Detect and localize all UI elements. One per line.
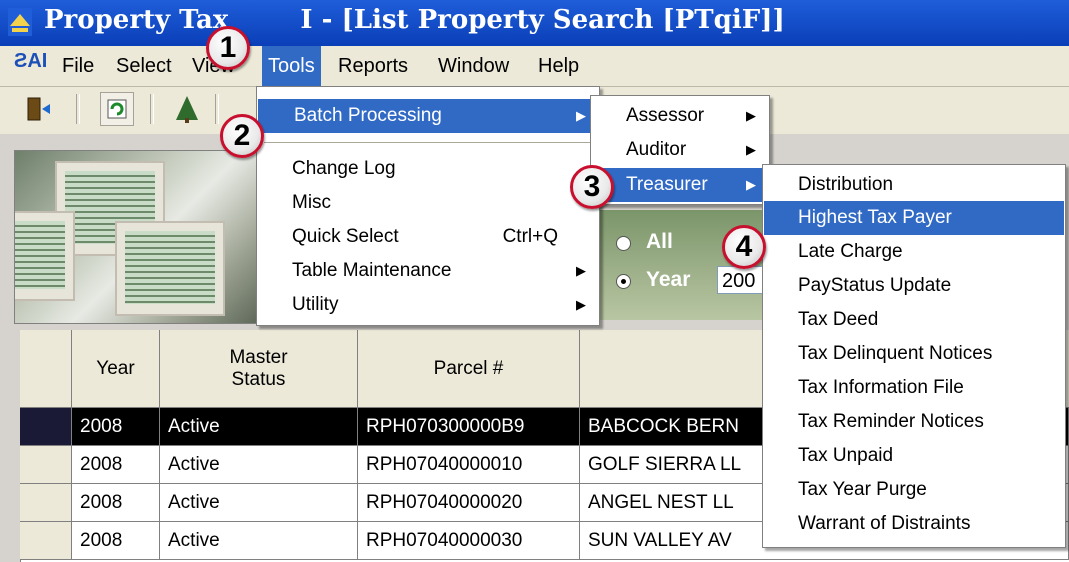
refresh-button[interactable] xyxy=(100,92,134,126)
submenu-arrow-icon: ▶ xyxy=(746,177,756,192)
row-indicator-header xyxy=(20,330,72,408)
app-icon xyxy=(8,8,32,36)
app-logo: ƧAI xyxy=(14,50,48,72)
submenu-arrow-icon: ▶ xyxy=(746,142,756,157)
menu-item-tax-unpaid[interactable]: Tax Unpaid xyxy=(764,439,1064,473)
menu-item-distribution[interactable]: Distribution xyxy=(764,168,1064,202)
year-radio-label: Year xyxy=(646,268,691,291)
window-title: Property Tax I - [List Property Search [P… xyxy=(44,5,785,35)
menu-window[interactable]: Window xyxy=(432,46,515,86)
cell-status[interactable]: Active xyxy=(160,522,358,560)
menu-item-table-maintenance[interactable]: Table Maintenance ▶ xyxy=(258,254,598,288)
all-radio[interactable] xyxy=(616,236,631,251)
menu-item-assessor[interactable]: Assessor ▶ xyxy=(592,99,768,133)
monitor-graphic xyxy=(15,211,75,301)
all-radio-label: All xyxy=(646,230,673,253)
tree-icon xyxy=(176,96,198,123)
cell-status[interactable]: Active xyxy=(160,484,358,522)
exit-button[interactable] xyxy=(20,92,54,126)
year-radio[interactable] xyxy=(616,274,631,289)
menu-item-tax-delinquent-notices[interactable]: Tax Delinquent Notices xyxy=(764,337,1064,371)
tree-button[interactable] xyxy=(170,92,204,126)
cell-parcel[interactable]: RPH070300000B9 xyxy=(358,408,580,446)
exit-icon xyxy=(27,97,50,121)
menu-select[interactable]: Select xyxy=(110,46,178,86)
row-indicator[interactable] xyxy=(20,408,72,446)
submenu-arrow-icon: ▶ xyxy=(746,108,756,123)
menu-item-utility[interactable]: Utility ▶ xyxy=(258,288,598,322)
menu-item-treasurer[interactable]: Treasurer ▶ xyxy=(592,168,768,202)
cell-year[interactable]: 2008 xyxy=(72,408,160,446)
refresh-icon xyxy=(107,99,127,119)
cell-year[interactable]: 2008 xyxy=(72,484,160,522)
column-header-year[interactable]: Year xyxy=(72,330,160,408)
submenu-arrow-icon: ▶ xyxy=(576,108,586,123)
menu-item-tax-year-purge[interactable]: Tax Year Purge xyxy=(764,473,1064,507)
cell-parcel[interactable]: RPH07040000010 xyxy=(358,446,580,484)
step-callout-3: 3 xyxy=(570,165,614,209)
menu-item-change-log[interactable]: Change Log xyxy=(258,152,598,186)
banner-image xyxy=(14,150,261,324)
toolbar-separator xyxy=(215,94,219,124)
column-header-master-status[interactable]: Master Status xyxy=(160,330,358,408)
toolbar-separator xyxy=(150,94,154,124)
cell-status[interactable]: Active xyxy=(160,446,358,484)
shortcut-label: Ctrl+Q xyxy=(502,226,558,247)
cell-parcel[interactable]: RPH07040000030 xyxy=(358,522,580,560)
menu-item-paystatus-update[interactable]: PayStatus Update xyxy=(764,269,1064,303)
submenu-arrow-icon: ▶ xyxy=(576,263,586,278)
menu-item-misc[interactable]: Misc xyxy=(258,186,598,220)
menu-item-batch-processing[interactable]: Batch Processing ▶ xyxy=(258,99,598,133)
cell-status[interactable]: Active xyxy=(160,408,358,446)
menu-item-tax-reminder-notices[interactable]: Tax Reminder Notices xyxy=(764,405,1064,439)
step-callout-2: 2 xyxy=(220,114,264,158)
menu-item-warrant-of-distraints[interactable]: Warrant of Distraints xyxy=(764,507,1064,541)
title-bar: Property Tax I - [List Property Search [P… xyxy=(0,0,1069,46)
column-header-parcel[interactable]: Parcel # xyxy=(358,330,580,408)
year-input[interactable]: 200 xyxy=(717,266,765,294)
menu-separator xyxy=(264,142,592,143)
menu-file[interactable]: File xyxy=(56,46,100,86)
menu-reports[interactable]: Reports xyxy=(332,46,414,86)
step-callout-1: 1 xyxy=(206,26,250,70)
submenu-arrow-icon: ▶ xyxy=(576,297,586,312)
menu-item-tax-deed[interactable]: Tax Deed xyxy=(764,303,1064,337)
cell-year[interactable]: 2008 xyxy=(72,522,160,560)
toolbar-separator xyxy=(76,94,80,124)
menu-item-quick-select[interactable]: Quick Select Ctrl+Q xyxy=(258,220,598,254)
menu-item-highest-tax-payer[interactable]: Highest Tax Payer xyxy=(764,201,1064,235)
cell-parcel[interactable]: RPH07040000020 xyxy=(358,484,580,522)
menu-item-late-charge[interactable]: Late Charge xyxy=(764,235,1064,269)
menu-item-tax-information-file[interactable]: Tax Information File xyxy=(764,371,1064,405)
row-indicator[interactable] xyxy=(20,484,72,522)
cell-year[interactable]: 2008 xyxy=(72,446,160,484)
menu-tools[interactable]: Tools xyxy=(262,46,321,86)
menu-help[interactable]: Help xyxy=(532,46,585,86)
menu-item-auditor[interactable]: Auditor ▶ xyxy=(592,133,768,167)
monitor-graphic xyxy=(115,221,225,316)
row-indicator[interactable] xyxy=(20,446,72,484)
row-indicator[interactable] xyxy=(20,522,72,560)
step-callout-4: 4 xyxy=(722,225,766,269)
